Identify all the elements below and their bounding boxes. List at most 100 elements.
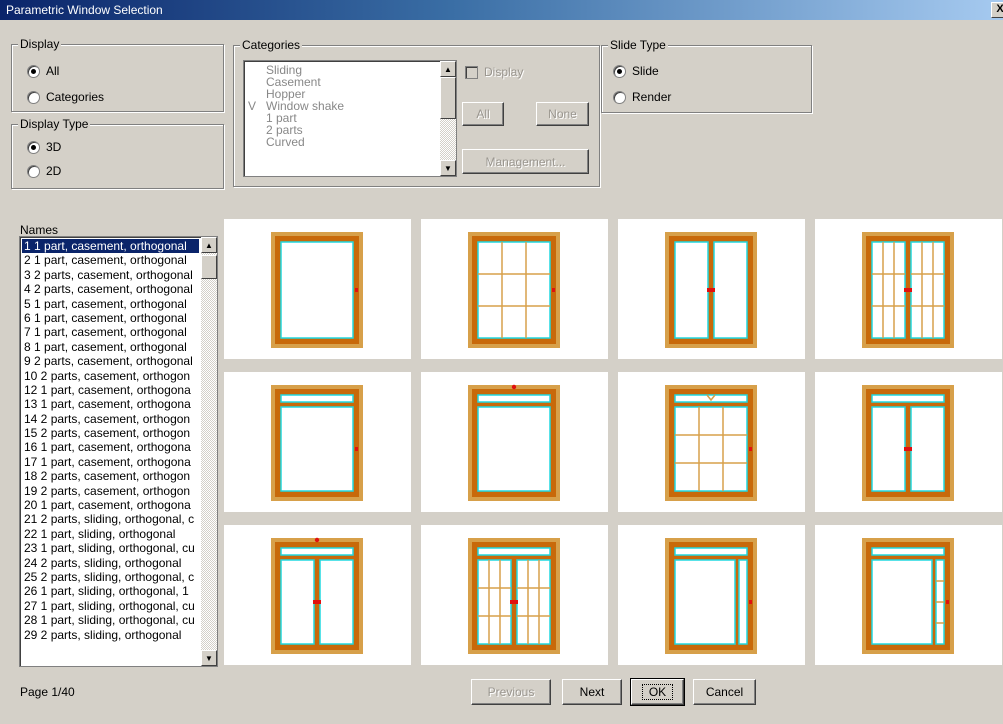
list-item[interactable]: 3 2 parts, casement, orthogonal xyxy=(22,268,199,282)
list-item[interactable]: 10 2 parts, casement, orthogon xyxy=(22,369,199,383)
page-indicator: Page 1/40 xyxy=(20,685,75,699)
window-thumbnail[interactable] xyxy=(815,525,1002,665)
names-scrollbar[interactable]: ▲ ▼ xyxy=(201,237,217,666)
list-item[interactable]: 20 1 part, casement, orthogona xyxy=(22,498,199,512)
transom-glass xyxy=(871,547,945,556)
radio-indicator xyxy=(27,64,40,78)
list-item[interactable]: 29 2 parts, sliding, orthogonal xyxy=(22,628,199,642)
all-button[interactable]: All xyxy=(462,102,504,126)
categories-legend: Categories xyxy=(240,38,303,52)
scroll-thumb[interactable] xyxy=(201,255,217,279)
display-all-radio[interactable]: All xyxy=(27,64,59,78)
handle-icon xyxy=(749,600,752,604)
display-type-group: Display Type xyxy=(11,117,224,189)
list-item[interactable]: 15 2 parts, casement, orthogon xyxy=(22,426,199,440)
title-bar: Parametric Window Selection X xyxy=(0,0,1003,20)
list-item[interactable]: 21 2 parts, sliding, orthogonal, c xyxy=(22,512,199,526)
transom-glass xyxy=(280,547,354,556)
list-item[interactable]: 27 1 part, sliding, orthogonal, cu xyxy=(22,599,199,613)
list-item[interactable]: 16 1 part, casement, orthogona xyxy=(22,440,199,454)
window-thumbnail[interactable] xyxy=(224,219,411,359)
names-label: Names xyxy=(20,223,59,237)
glass-pane xyxy=(910,406,945,492)
scroll-thumb[interactable] xyxy=(440,77,456,119)
transom-glass xyxy=(871,394,945,403)
list-item[interactable]: 22 1 part, sliding, orthogonal xyxy=(22,527,199,541)
list-item[interactable]: 7 1 part, casement, orthogonal xyxy=(22,325,199,339)
window-thumbnail[interactable] xyxy=(421,372,608,512)
render-label: Render xyxy=(632,90,672,104)
categories-list[interactable]: Sliding Casement Hopper V Window shake 1 part… xyxy=(243,60,457,177)
window-thumbnail[interactable] xyxy=(618,525,805,665)
categories-scrollbar[interactable]: ▲ ▼ xyxy=(440,61,456,176)
list-item[interactable]: 4 2 parts, casement, orthogonal xyxy=(22,282,199,296)
glass-pane xyxy=(280,559,315,645)
list-item[interactable]: 24 2 parts, sliding, orthogonal xyxy=(22,556,199,570)
cancel-button[interactable]: Cancel xyxy=(693,679,756,705)
scroll-up-icon[interactable]: ▲ xyxy=(440,61,456,77)
slide-type-legend: Slide Type xyxy=(608,38,668,52)
display-categories-radio[interactable]: Categories xyxy=(27,90,104,104)
handle-icon xyxy=(355,288,358,292)
none-button[interactable]: None xyxy=(536,102,589,126)
list-item[interactable]: 23 1 part, sliding, orthogonal, cu xyxy=(22,541,199,555)
ok-button-label: OK xyxy=(641,684,674,700)
next-button[interactable]: Next xyxy=(562,679,622,705)
glass-pane xyxy=(871,406,906,492)
list-item[interactable]: 14 2 parts, casement, orthogon xyxy=(22,412,199,426)
handle-icon xyxy=(314,537,320,543)
window-thumbnail[interactable] xyxy=(224,525,411,665)
window-thumbnail[interactable] xyxy=(421,219,608,359)
handle-icon xyxy=(904,288,912,292)
glass-pane xyxy=(477,241,551,339)
list-item[interactable]: 25 2 parts, sliding, orthogonal, c xyxy=(22,570,199,584)
handle-icon xyxy=(355,447,358,451)
window-thumbnail[interactable] xyxy=(224,372,411,512)
display-type-2d-radio[interactable]: 2D xyxy=(27,164,61,178)
category-item[interactable]: Curved xyxy=(244,136,456,148)
management-button[interactable]: Management... xyxy=(462,149,589,174)
display-categories-label: Categories xyxy=(46,90,105,104)
list-item[interactable]: 19 2 parts, casement, orthogon xyxy=(22,484,199,498)
scroll-down-icon[interactable]: ▼ xyxy=(440,160,456,176)
slide-label: Slide xyxy=(632,64,659,78)
list-item[interactable]: 13 1 part, casement, orthogona xyxy=(22,397,199,411)
radio-indicator xyxy=(613,64,626,78)
list-item[interactable]: 6 1 part, casement, orthogonal xyxy=(22,311,199,325)
scroll-down-icon[interactable]: ▼ xyxy=(201,650,217,666)
display-checkbox[interactable]: Display xyxy=(465,65,523,79)
ok-button[interactable]: OK xyxy=(630,678,685,706)
list-item[interactable]: 26 1 part, sliding, orthogonal, 1 xyxy=(22,584,199,598)
window-thumbnail[interactable] xyxy=(421,525,608,665)
names-list[interactable]: 1 1 part, casement, orthogonal 2 1 part, … xyxy=(19,236,218,667)
radio-indicator xyxy=(613,90,626,104)
display-type-3d-radio[interactable]: 3D xyxy=(27,140,61,154)
transom-glass xyxy=(674,547,748,556)
window-thumbnail[interactable] xyxy=(618,372,805,512)
list-item[interactable]: 12 1 part, casement, orthogona xyxy=(22,383,199,397)
list-item[interactable]: 17 1 part, casement, orthogona xyxy=(22,455,199,469)
management-button-label: Management... xyxy=(485,154,566,169)
checkbox-indicator xyxy=(465,65,478,79)
window-thumbnail[interactable] xyxy=(618,219,805,359)
close-icon[interactable]: X xyxy=(991,2,1003,18)
glass-pane xyxy=(674,406,748,492)
slide-radio[interactable]: Slide xyxy=(613,64,659,78)
cancel-button-label: Cancel xyxy=(705,685,744,699)
list-item[interactable]: 1 1 part, casement, orthogonal xyxy=(22,239,199,254)
glass-pane xyxy=(871,241,906,339)
radio-indicator xyxy=(27,140,40,154)
previous-button[interactable]: Previous xyxy=(471,679,551,705)
list-item[interactable]: 5 1 part, casement, orthogonal xyxy=(22,297,199,311)
category-mark: V xyxy=(248,99,257,113)
previous-button-label: Previous xyxy=(487,685,535,699)
window-thumbnail[interactable] xyxy=(815,372,1002,512)
render-radio[interactable]: Render xyxy=(613,90,671,104)
list-item[interactable]: 9 2 parts, casement, orthogonal xyxy=(22,354,199,368)
list-item[interactable]: 8 1 part, casement, orthogonal xyxy=(22,340,199,354)
list-item[interactable]: 18 2 parts, casement, orthogon xyxy=(22,469,199,483)
list-item[interactable]: 2 1 part, casement, orthogonal xyxy=(22,253,199,267)
window-thumbnail[interactable] xyxy=(815,219,1002,359)
scroll-up-icon[interactable]: ▲ xyxy=(201,237,217,253)
list-item[interactable]: 28 1 part, sliding, orthogonal, cu xyxy=(22,613,199,627)
